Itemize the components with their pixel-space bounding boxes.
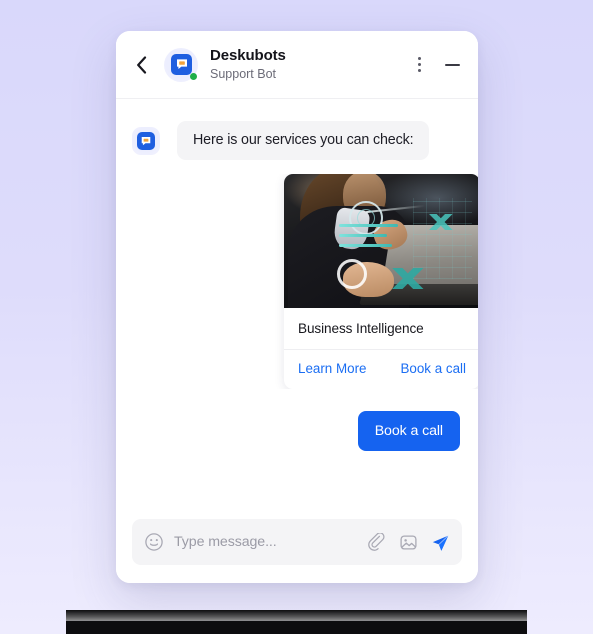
- quick-reply-row: Book a call: [116, 389, 478, 451]
- widget-header: Deskubots Support Bot: [116, 31, 478, 99]
- chat-widget: Deskubots Support Bot Here is our servic…: [116, 31, 478, 583]
- card-actions: Learn More Book a call: [284, 350, 478, 389]
- deskubots-logo-icon: [171, 53, 192, 75]
- composer: [132, 519, 462, 565]
- bot-message-row: Here is our services you can check:: [116, 121, 478, 160]
- minimize-icon[interactable]: [443, 55, 461, 75]
- avatar: [164, 47, 198, 82]
- send-paper-plane-icon[interactable]: [431, 533, 450, 552]
- book-a-call-link[interactable]: Book a call: [400, 361, 466, 376]
- bot-message-bubble: Here is our services you can check:: [177, 121, 430, 160]
- deskubots-logo-icon: [137, 132, 155, 150]
- header-titles: Deskubots Support Bot: [210, 47, 411, 82]
- page-background: Deskubots Support Bot Here is our servic…: [0, 0, 593, 634]
- composer-area: [116, 519, 478, 583]
- smiley-icon[interactable]: [144, 532, 164, 552]
- card-image: [284, 174, 478, 308]
- message-input[interactable]: [174, 534, 357, 550]
- chevron-left-icon: [136, 55, 146, 74]
- paperclip-icon[interactable]: [367, 532, 386, 552]
- business-intelligence-photo: [284, 174, 478, 308]
- bot-name: Deskubots: [210, 47, 286, 65]
- back-button[interactable]: [130, 54, 152, 76]
- composer-actions: [367, 532, 450, 552]
- kebab-menu-icon[interactable]: [411, 55, 427, 75]
- bottom-band-sheen: [66, 610, 527, 621]
- online-status-dot: [190, 72, 197, 80]
- image-icon[interactable]: [399, 533, 418, 552]
- bot-subtitle: Support Bot: [210, 67, 277, 82]
- message-avatar: [132, 127, 160, 155]
- header-actions: [411, 55, 461, 75]
- service-card-carousel[interactable]: Business Intelligence Learn More Book a …: [116, 174, 478, 389]
- book-a-call-button[interactable]: Book a call: [357, 411, 460, 451]
- message-list: Here is our services you can check: Busi…: [116, 99, 478, 519]
- card-title: Business Intelligence: [284, 308, 478, 350]
- service-card[interactable]: Business Intelligence Learn More Book a …: [284, 174, 478, 389]
- learn-more-link[interactable]: Learn More: [298, 361, 366, 376]
